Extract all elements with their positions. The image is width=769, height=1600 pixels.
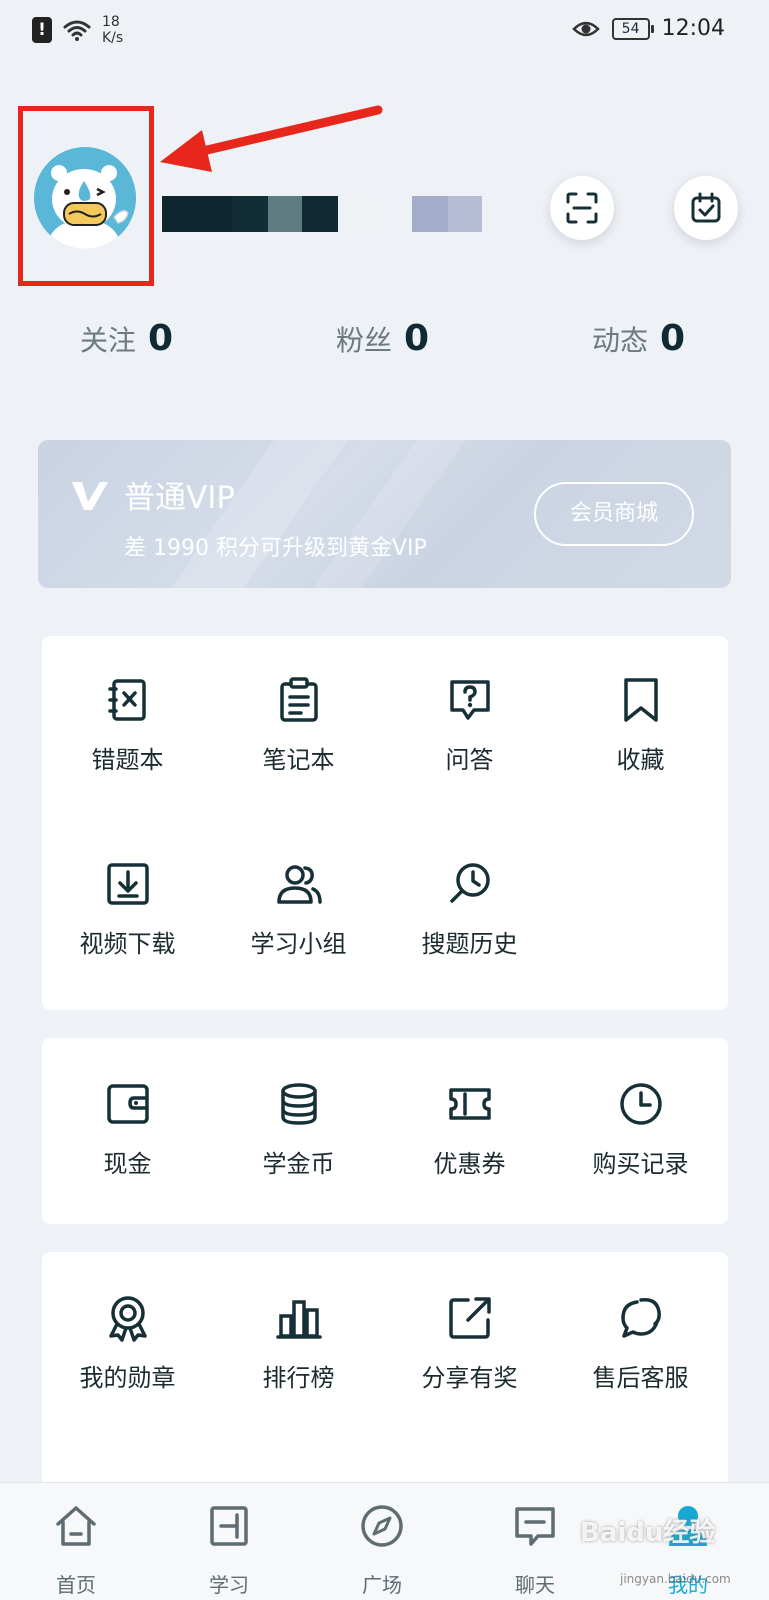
wallet-coins[interactable]: 学金币	[213, 1080, 384, 1179]
wrong-book-icon	[107, 679, 146, 721]
network-speed: 18 K/s	[102, 14, 123, 46]
more-medals[interactable]: 我的勋章	[42, 1294, 213, 1393]
vip-logo-icon	[72, 482, 108, 510]
tool-label: 问答	[445, 746, 494, 774]
tool-wrong-book[interactable]: 错题本	[42, 676, 213, 775]
count-followers[interactable]: 粉丝 0	[336, 318, 429, 359]
check-in-button[interactable]	[674, 176, 738, 240]
more-card: 我的勋章 排行榜 分享有奖 售后客服	[42, 1252, 728, 1512]
tool-label: 错题本	[91, 746, 164, 774]
tool-notebook[interactable]: 笔记本	[213, 676, 384, 775]
count-posts[interactable]: 动态 0	[592, 318, 685, 359]
wallet-card: 现金 学金币 优惠券 购买记录	[42, 1038, 728, 1224]
status-time: 12:04	[661, 16, 725, 41]
count-value: 0	[660, 318, 686, 359]
nav-label: 学习	[209, 1573, 249, 1597]
medal-icon	[108, 1296, 147, 1342]
more-label: 排行榜	[262, 1364, 335, 1392]
vip-store-button[interactable]: 会员商城	[534, 482, 694, 546]
tool-label: 收藏	[616, 746, 665, 774]
ranking-icon	[275, 1300, 322, 1339]
tool-label: 视频下载	[79, 930, 176, 958]
count-value: 0	[148, 318, 174, 359]
nav-label: 首页	[56, 1573, 96, 1597]
tool-label: 笔记本	[262, 746, 335, 774]
vip-title: 普通VIP	[124, 480, 236, 516]
qa-icon	[449, 680, 490, 720]
wallet-coupons[interactable]: 优惠券	[384, 1080, 555, 1179]
tool-favorites[interactable]: 收藏	[555, 676, 726, 775]
battery-indicator: 54	[611, 17, 654, 40]
compass-icon	[361, 1505, 403, 1547]
count-label: 粉丝	[336, 324, 393, 357]
wallet-label: 现金	[103, 1150, 152, 1178]
count-value: 0	[404, 318, 430, 359]
watermark: Baidu经验	[580, 1518, 716, 1548]
status-bar: ! 18 K/s 54 12:04	[0, 0, 769, 64]
vip-card[interactable]: 普通VIP 差 1990 积分可升级到黄金VIP 会员商城	[38, 440, 731, 588]
scan-button[interactable]	[550, 176, 614, 240]
profile-counts: 关注 0 粉丝 0 动态 0	[0, 318, 769, 368]
wifi-icon	[63, 20, 91, 41]
share-icon	[448, 1297, 491, 1339]
coins-icon	[280, 1083, 317, 1125]
chat-icon	[515, 1507, 555, 1546]
network-speed-value: 18	[102, 14, 120, 30]
tool-search-history[interactable]: 搜题历史	[384, 860, 555, 959]
annotation-arrow	[160, 105, 383, 172]
wallet-purchase-history[interactable]: 购买记录	[555, 1080, 726, 1179]
more-label: 售后客服	[592, 1364, 689, 1392]
username-redacted	[162, 196, 482, 232]
nav-label: 聊天	[515, 1573, 555, 1597]
alert-icon: !	[32, 17, 52, 43]
tool-label: 搜题历史	[421, 930, 518, 958]
more-customer-service[interactable]: 售后客服	[555, 1294, 726, 1393]
count-following[interactable]: 关注 0	[80, 318, 173, 359]
bookmark-icon	[623, 678, 658, 722]
tool-label: 学习小组	[250, 930, 347, 958]
nav-square[interactable]: 广场	[337, 1503, 427, 1598]
status-left: ! 18 K/s	[32, 14, 123, 46]
bear-avatar-icon	[48, 165, 129, 249]
status-right: 54 12:04	[571, 16, 725, 41]
wallet-icon	[106, 1084, 149, 1124]
tool-study-group[interactable]: 学习小组	[213, 860, 384, 959]
nav-study[interactable]: 学习	[184, 1503, 274, 1598]
calendar-check-icon	[691, 192, 721, 223]
more-label: 我的勋章	[79, 1364, 176, 1392]
coupon-icon	[448, 1088, 491, 1120]
tools-card: 错题本 笔记本 问答 收藏 视频下载 学习小组 搜题历史	[42, 636, 728, 1010]
eye-icon	[571, 21, 600, 36]
avatar[interactable]	[34, 147, 136, 249]
network-speed-unit: K/s	[102, 30, 124, 46]
home-icon	[56, 1506, 96, 1546]
count-label: 关注	[80, 324, 137, 357]
nav-label: 广场	[362, 1573, 402, 1597]
tool-video-download[interactable]: 视频下载	[42, 860, 213, 959]
count-label: 动态	[592, 324, 649, 357]
watermark-url: jingyan.baidu.com	[620, 1572, 731, 1586]
tool-qa[interactable]: 问答	[384, 676, 555, 775]
wallet-label: 优惠券	[433, 1150, 506, 1178]
search-history-icon	[449, 863, 490, 903]
download-icon	[106, 863, 149, 905]
wallet-label: 购买记录	[592, 1150, 689, 1178]
scan-icon	[566, 192, 598, 224]
more-share-reward[interactable]: 分享有奖	[384, 1294, 555, 1393]
more-label: 分享有奖	[421, 1364, 518, 1392]
notebook-icon	[279, 677, 318, 722]
chat-bubbles-icon	[620, 1298, 661, 1338]
group-icon	[276, 865, 322, 904]
wallet-cash[interactable]: 现金	[42, 1080, 213, 1179]
nav-home[interactable]: 首页	[31, 1503, 121, 1598]
profile-page: ! 18 K/s 54 12:04 关注 0 粉丝 0 动态 0 普通VIP 差…	[0, 0, 769, 1600]
vip-subtitle: 差 1990 积分可升级到黄金VIP	[124, 536, 427, 561]
clock-icon	[619, 1083, 662, 1125]
study-icon	[210, 1506, 248, 1546]
nav-chat[interactable]: 聊天	[490, 1503, 580, 1598]
more-ranking[interactable]: 排行榜	[213, 1294, 384, 1393]
wallet-label: 学金币	[262, 1150, 335, 1178]
